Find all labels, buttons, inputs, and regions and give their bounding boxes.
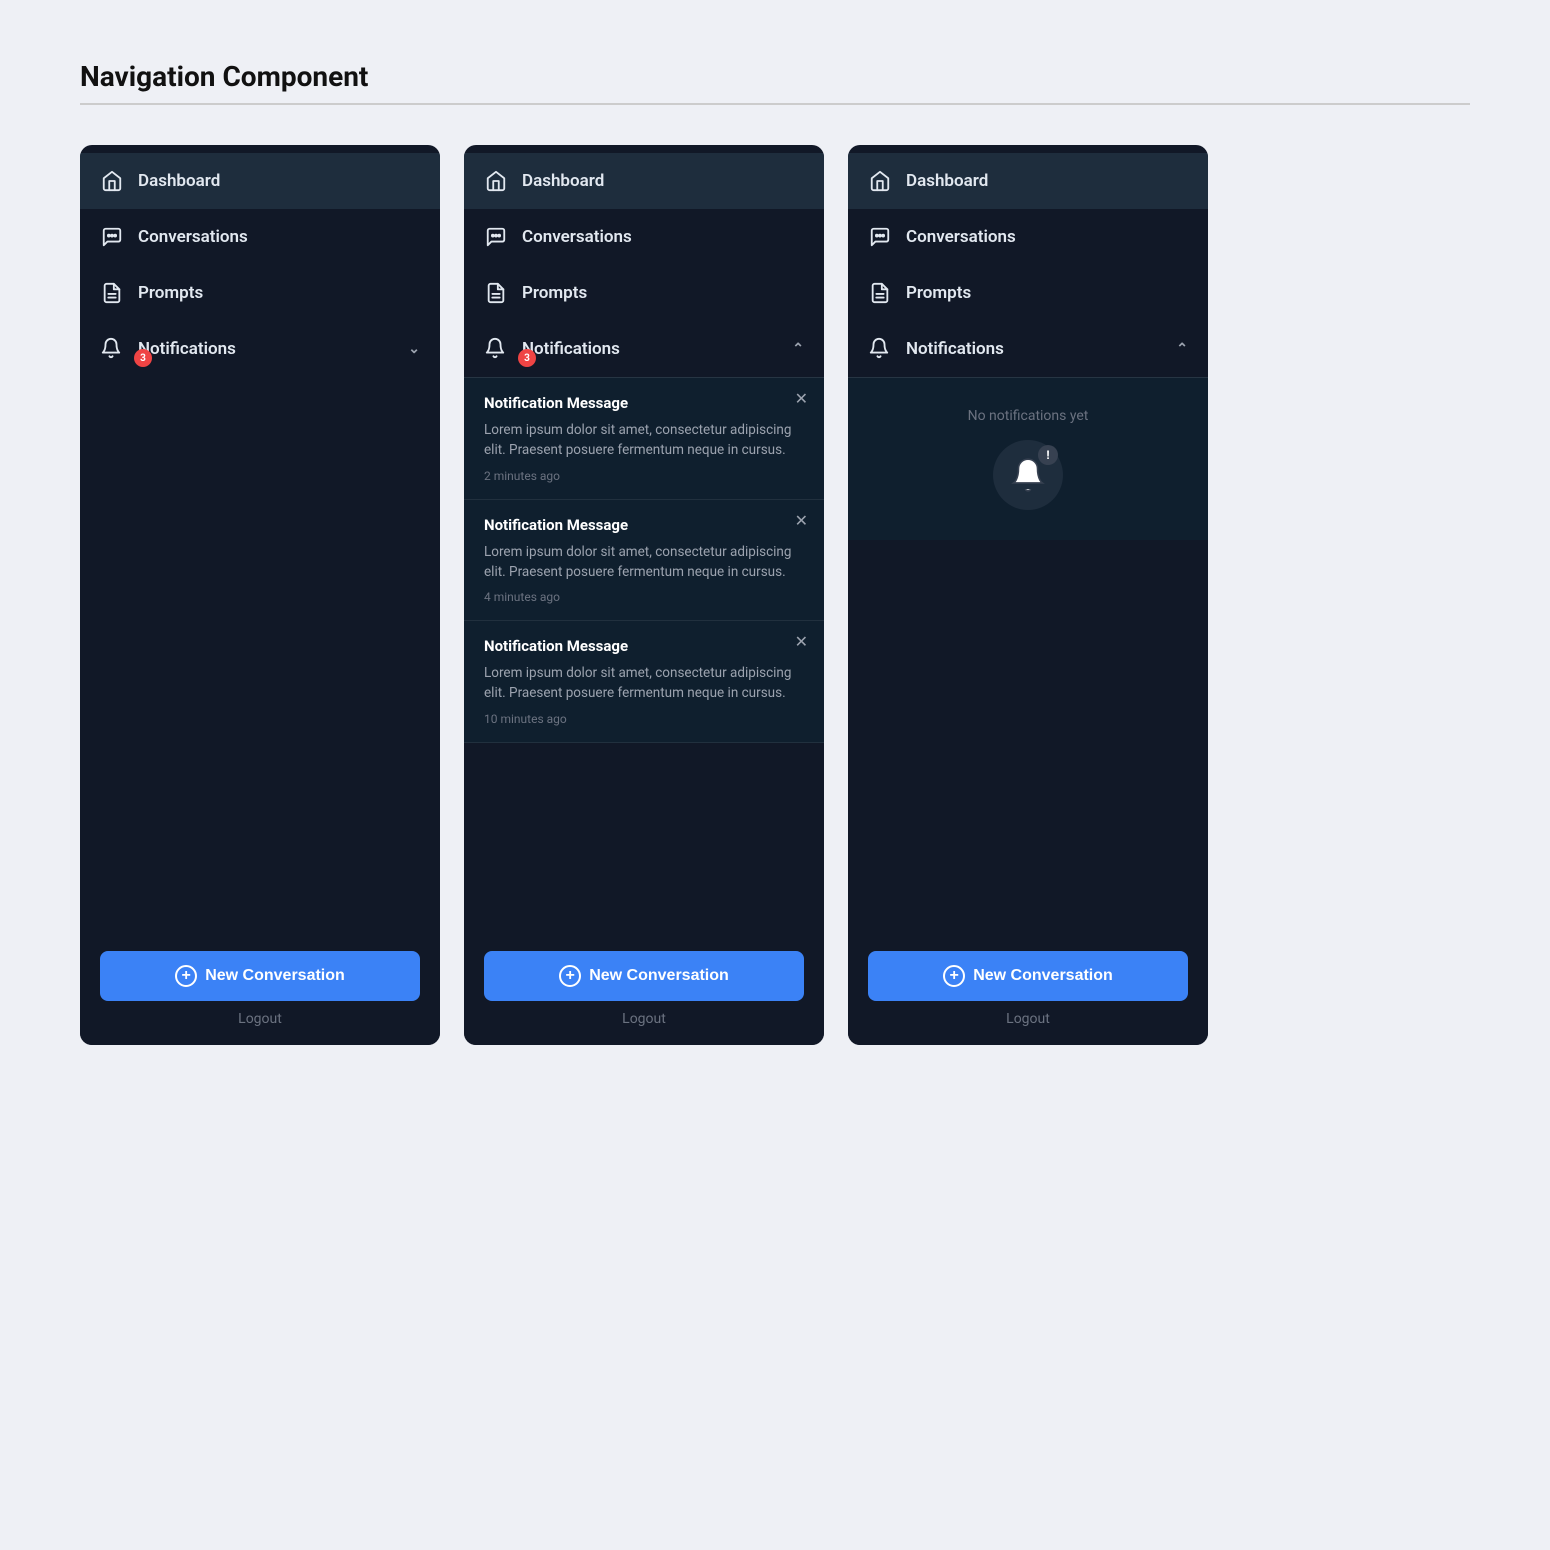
plus-icon-2: +: [559, 965, 581, 987]
notification-body-2-1: Lorem ipsum dolor sit amet, consectetur …: [484, 542, 804, 583]
sidebar-item-prompts-2[interactable]: Prompts: [464, 265, 824, 321]
notification-close-2-2[interactable]: ✕: [795, 635, 808, 651]
sidebar-item-label-dashboard-2: Dashboard: [522, 171, 804, 191]
exclamation-icon: !: [1038, 445, 1058, 465]
sidebar-item-notifications-3[interactable]: Notifications ⌃: [848, 321, 1208, 377]
notification-close-2-1[interactable]: ✕: [795, 514, 808, 530]
bell-icon-wrapper-2: 3: [484, 337, 508, 361]
plus-icon-1: +: [175, 965, 197, 987]
chat-icon-2: [484, 225, 508, 249]
sidebar-item-label-dashboard-3: Dashboard: [906, 171, 1188, 191]
notification-card-2-0: Notification Message Lorem ipsum dolor s…: [464, 378, 824, 500]
logout-link-1[interactable]: Logout: [100, 1001, 420, 1037]
sidebar-item-notifications-2[interactable]: 3 Notifications ⌃: [464, 321, 824, 377]
panel-footer-3: + New Conversation Logout: [848, 935, 1208, 1045]
document-icon-1: [100, 281, 124, 305]
empty-bell-icon: !: [993, 440, 1063, 510]
sidebar-item-label-prompts-1: Prompts: [138, 283, 420, 303]
new-conversation-label-1: New Conversation: [205, 967, 345, 985]
notification-body-2-0: Lorem ipsum dolor sit amet, consectetur …: [484, 420, 804, 461]
home-icon-2: [484, 169, 508, 193]
sidebar-item-prompts-1[interactable]: Prompts: [80, 265, 440, 321]
sidebar-item-prompts-3[interactable]: Prompts: [848, 265, 1208, 321]
empty-notifications-label: No notifications yet: [968, 408, 1089, 424]
sidebar-item-label-prompts-3: Prompts: [906, 283, 1188, 303]
new-conversation-label-3: New Conversation: [973, 967, 1113, 985]
sidebar-item-label-conversations-1: Conversations: [138, 227, 420, 247]
panel-footer-2: + New Conversation Logout: [464, 935, 824, 1045]
notifications-dropdown-2: Notification Message Lorem ipsum dolor s…: [464, 377, 824, 743]
notification-time-2-1: 4 minutes ago: [484, 590, 804, 604]
sidebar-item-label-notifications-1: Notifications: [138, 339, 394, 359]
sidebar-item-notifications-1[interactable]: 3 Notifications ⌄: [80, 321, 440, 377]
chevron-up-icon-3: ⌃: [1176, 341, 1188, 357]
page-title: Navigation Component: [80, 60, 1470, 93]
panel-empty: Dashboard Conversations: [848, 145, 1208, 1045]
notification-title-2-2: Notification Message: [484, 637, 804, 655]
notification-title-2-1: Notification Message: [484, 516, 804, 534]
notification-badge-2: 3: [518, 349, 536, 367]
new-conversation-label-2: New Conversation: [589, 967, 729, 985]
notifications-dropdown-3: No notifications yet !: [848, 377, 1208, 540]
notification-card-2-2: Notification Message Lorem ipsum dolor s…: [464, 621, 824, 743]
nav-items-2: Dashboard Conversations: [464, 145, 824, 935]
notification-title-2-0: Notification Message: [484, 394, 804, 412]
empty-notifications: No notifications yet !: [848, 378, 1208, 540]
panels-container: Dashboard Conversations: [80, 145, 1470, 1045]
sidebar-item-label-dashboard-1: Dashboard: [138, 171, 420, 191]
notification-badge-1: 3: [134, 349, 152, 367]
sidebar-item-conversations-3[interactable]: Conversations: [848, 209, 1208, 265]
sidebar-item-label-conversations-3: Conversations: [906, 227, 1188, 247]
new-conversation-button-2[interactable]: + New Conversation: [484, 951, 804, 1001]
notification-time-2-2: 10 minutes ago: [484, 712, 804, 726]
chevron-down-icon-1: ⌄: [408, 341, 420, 357]
sidebar-item-dashboard-1[interactable]: Dashboard: [80, 153, 440, 209]
sidebar-item-conversations-1[interactable]: Conversations: [80, 209, 440, 265]
sidebar-item-conversations-2[interactable]: Conversations: [464, 209, 824, 265]
notification-body-2-2: Lorem ipsum dolor sit amet, consectetur …: [484, 663, 804, 704]
nav-items-1: Dashboard Conversations: [80, 145, 440, 935]
chat-icon-1: [100, 225, 124, 249]
chat-icon-3: [868, 225, 892, 249]
document-icon-2: [484, 281, 508, 305]
home-icon: [100, 169, 124, 193]
sidebar-item-dashboard-2[interactable]: Dashboard: [464, 153, 824, 209]
panel-footer-1: + New Conversation Logout: [80, 935, 440, 1045]
home-icon-3: [868, 169, 892, 193]
logout-link-3[interactable]: Logout: [868, 1001, 1188, 1037]
page-divider: [80, 103, 1470, 105]
document-icon-3: [868, 281, 892, 305]
plus-icon-3: +: [943, 965, 965, 987]
panel-expanded: Dashboard Conversations: [464, 145, 824, 1045]
notification-close-2-0[interactable]: ✕: [795, 392, 808, 408]
sidebar-item-label-notifications-2: Notifications: [522, 339, 778, 359]
chevron-up-icon-2: ⌃: [792, 341, 804, 357]
sidebar-item-label-prompts-2: Prompts: [522, 283, 804, 303]
panel-collapsed: Dashboard Conversations: [80, 145, 440, 1045]
notification-card-2-1: Notification Message Lorem ipsum dolor s…: [464, 500, 824, 622]
sidebar-item-label-notifications-3: Notifications: [906, 339, 1162, 359]
logout-link-2[interactable]: Logout: [484, 1001, 804, 1037]
bell-icon-wrapper-3: [868, 337, 892, 361]
nav-items-3: Dashboard Conversations: [848, 145, 1208, 935]
notification-time-2-0: 2 minutes ago: [484, 469, 804, 483]
bell-icon-wrapper-1: 3: [100, 337, 124, 361]
sidebar-item-label-conversations-2: Conversations: [522, 227, 804, 247]
new-conversation-button-1[interactable]: + New Conversation: [100, 951, 420, 1001]
new-conversation-button-3[interactable]: + New Conversation: [868, 951, 1188, 1001]
sidebar-item-dashboard-3[interactable]: Dashboard: [848, 153, 1208, 209]
